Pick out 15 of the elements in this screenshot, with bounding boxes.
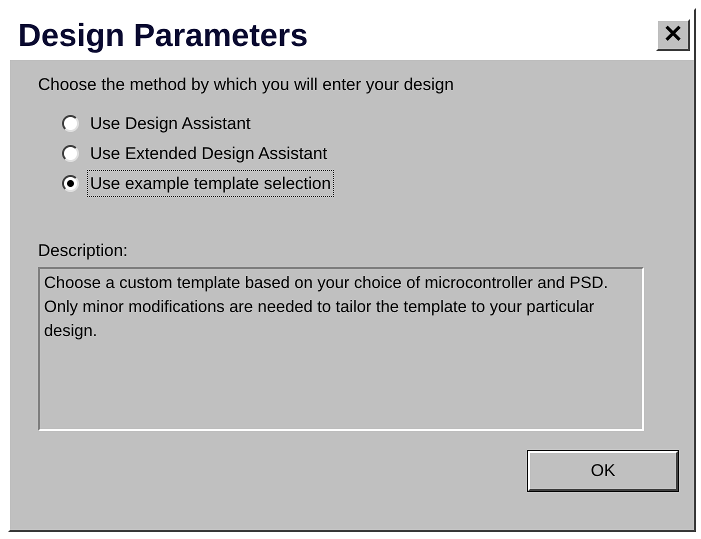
radio-option[interactable]: Use Extended Design Assistant <box>62 140 666 168</box>
description-box: Choose a custom template based on your choice of microcontroller and PSD. Only minor modifications are needed to tailor the template to your particular design. <box>38 267 644 431</box>
option-label: Use Design Assistant <box>89 112 252 135</box>
window-title: Design Parameters <box>18 16 308 55</box>
radio-button[interactable] <box>62 145 79 162</box>
close-button[interactable]: ✕ <box>656 19 690 51</box>
description-label: Description: <box>38 240 129 262</box>
option-label: Use Extended Design Assistant <box>89 142 328 165</box>
option-label: Use example template selection <box>87 170 334 198</box>
ok-button[interactable]: OK <box>528 451 678 491</box>
radio-option[interactable]: Use Design Assistant <box>62 110 666 138</box>
radio-option[interactable]: Use example template selection <box>62 170 666 198</box>
radio-button[interactable] <box>62 175 79 192</box>
prompt-text: Choose the method by which you will enter your design <box>38 74 455 96</box>
radio-button[interactable] <box>62 115 79 132</box>
